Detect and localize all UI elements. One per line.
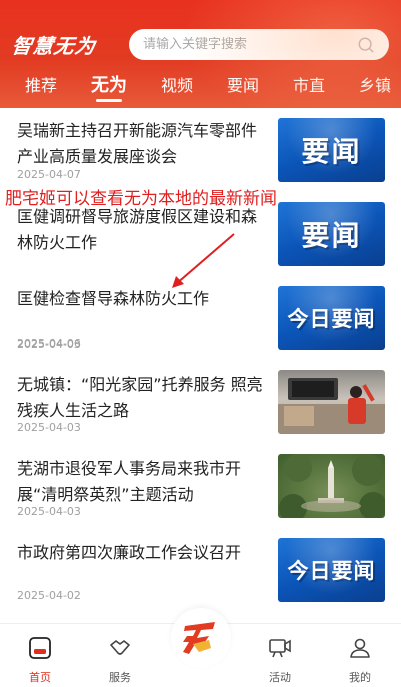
news-date: 2025-04-03 — [17, 421, 81, 434]
nav-label: 服务 — [109, 671, 131, 684]
search-bar[interactable] — [129, 29, 389, 60]
nav-activity[interactable]: 活动 — [250, 624, 310, 687]
annotation-text: 肥宅姬可以查看无为本地的最新新闻 — [5, 189, 277, 209]
news-thumbnail — [278, 370, 385, 434]
channel-tabs: 推荐 无为 视频 要闻 市直 乡镇 — [0, 66, 401, 106]
wuwei-logo-icon — [183, 622, 215, 654]
handshake-icon — [110, 640, 130, 655]
news-title: 吴瑞新主持召开新能源汽车零部件产业高质量发展座谈会 — [17, 121, 258, 166]
nav-service[interactable]: 服务 — [90, 624, 150, 687]
nav-label: 我的 — [349, 671, 371, 684]
news-title: 市政府第四次廉政工作会议召开 — [17, 543, 242, 562]
news-date: 2025-04-07 — [17, 168, 81, 181]
nav-mine[interactable]: 我的 — [330, 624, 390, 687]
room-photo — [278, 378, 385, 434]
news-date: 2025-04-03 — [17, 505, 81, 518]
thumb-label: 要闻 — [301, 219, 362, 252]
news-item[interactable]: 芜湖市退役军人事务局来我市开展“清明祭英烈”主题活动 2025-04-03 — [0, 444, 401, 527]
center-logo-button[interactable] — [171, 608, 231, 668]
tab-towns[interactable]: 乡镇 — [354, 66, 396, 106]
nav-label: 首页 — [29, 671, 51, 684]
app-logo: 智慧无为 — [10, 34, 98, 58]
news-title: 芜湖市退役军人事务局来我市开展“清明祭英烈”主题活动 — [17, 459, 242, 504]
news-item[interactable]: 市政府第四次廉政工作会议召开 2025-04-02 今日要闻 — [0, 528, 401, 611]
tab-city[interactable]: 市直 — [288, 66, 330, 106]
home-icon — [29, 637, 51, 659]
thumb-label: 今日要闻 — [287, 559, 376, 583]
news-thumbnail: 要闻 — [278, 118, 385, 182]
header: 智慧无为 推荐 无为 视频 要闻 市直 乡镇 — [0, 0, 401, 108]
search-input[interactable] — [143, 37, 357, 52]
news-thumbnail — [278, 454, 385, 518]
nav-label: 活动 — [269, 671, 291, 684]
news-item[interactable]: 吴瑞新主持召开新能源汽车零部件产业高质量发展座谈会 2025-04-07 要闻 — [0, 108, 401, 191]
video-board-icon — [269, 639, 291, 658]
annotation-arrow — [172, 233, 235, 288]
news-item[interactable]: 无城镇：“阳光家园”托养服务 照亮残疾人生活之路 2025-04-03 — [0, 360, 401, 443]
tab-video[interactable]: 视频 — [156, 66, 198, 106]
user-icon — [350, 638, 370, 658]
tab-wuwei[interactable]: 无为 — [86, 66, 132, 106]
tab-recommend[interactable]: 推荐 — [20, 66, 62, 106]
thumb-label: 要闻 — [301, 135, 362, 168]
thumb-label: 今日要闻 — [287, 307, 376, 331]
news-thumbnail: 今日要闻 — [278, 538, 385, 602]
search-icon[interactable] — [357, 36, 375, 54]
news-title: 无城镇：“阳光家园”托养服务 照亮残疾人生活之路 — [17, 375, 263, 420]
news-date: 2025-04-02 — [17, 589, 81, 602]
news-date: 2025-04-03 — [17, 338, 81, 351]
park-photo — [279, 454, 385, 518]
tab-headlines[interactable]: 要闻 — [222, 66, 264, 106]
news-thumbnail: 要闻 — [278, 202, 385, 266]
nav-home[interactable]: 首页 — [10, 624, 70, 687]
news-thumbnail: 今日要闻 — [278, 286, 385, 350]
